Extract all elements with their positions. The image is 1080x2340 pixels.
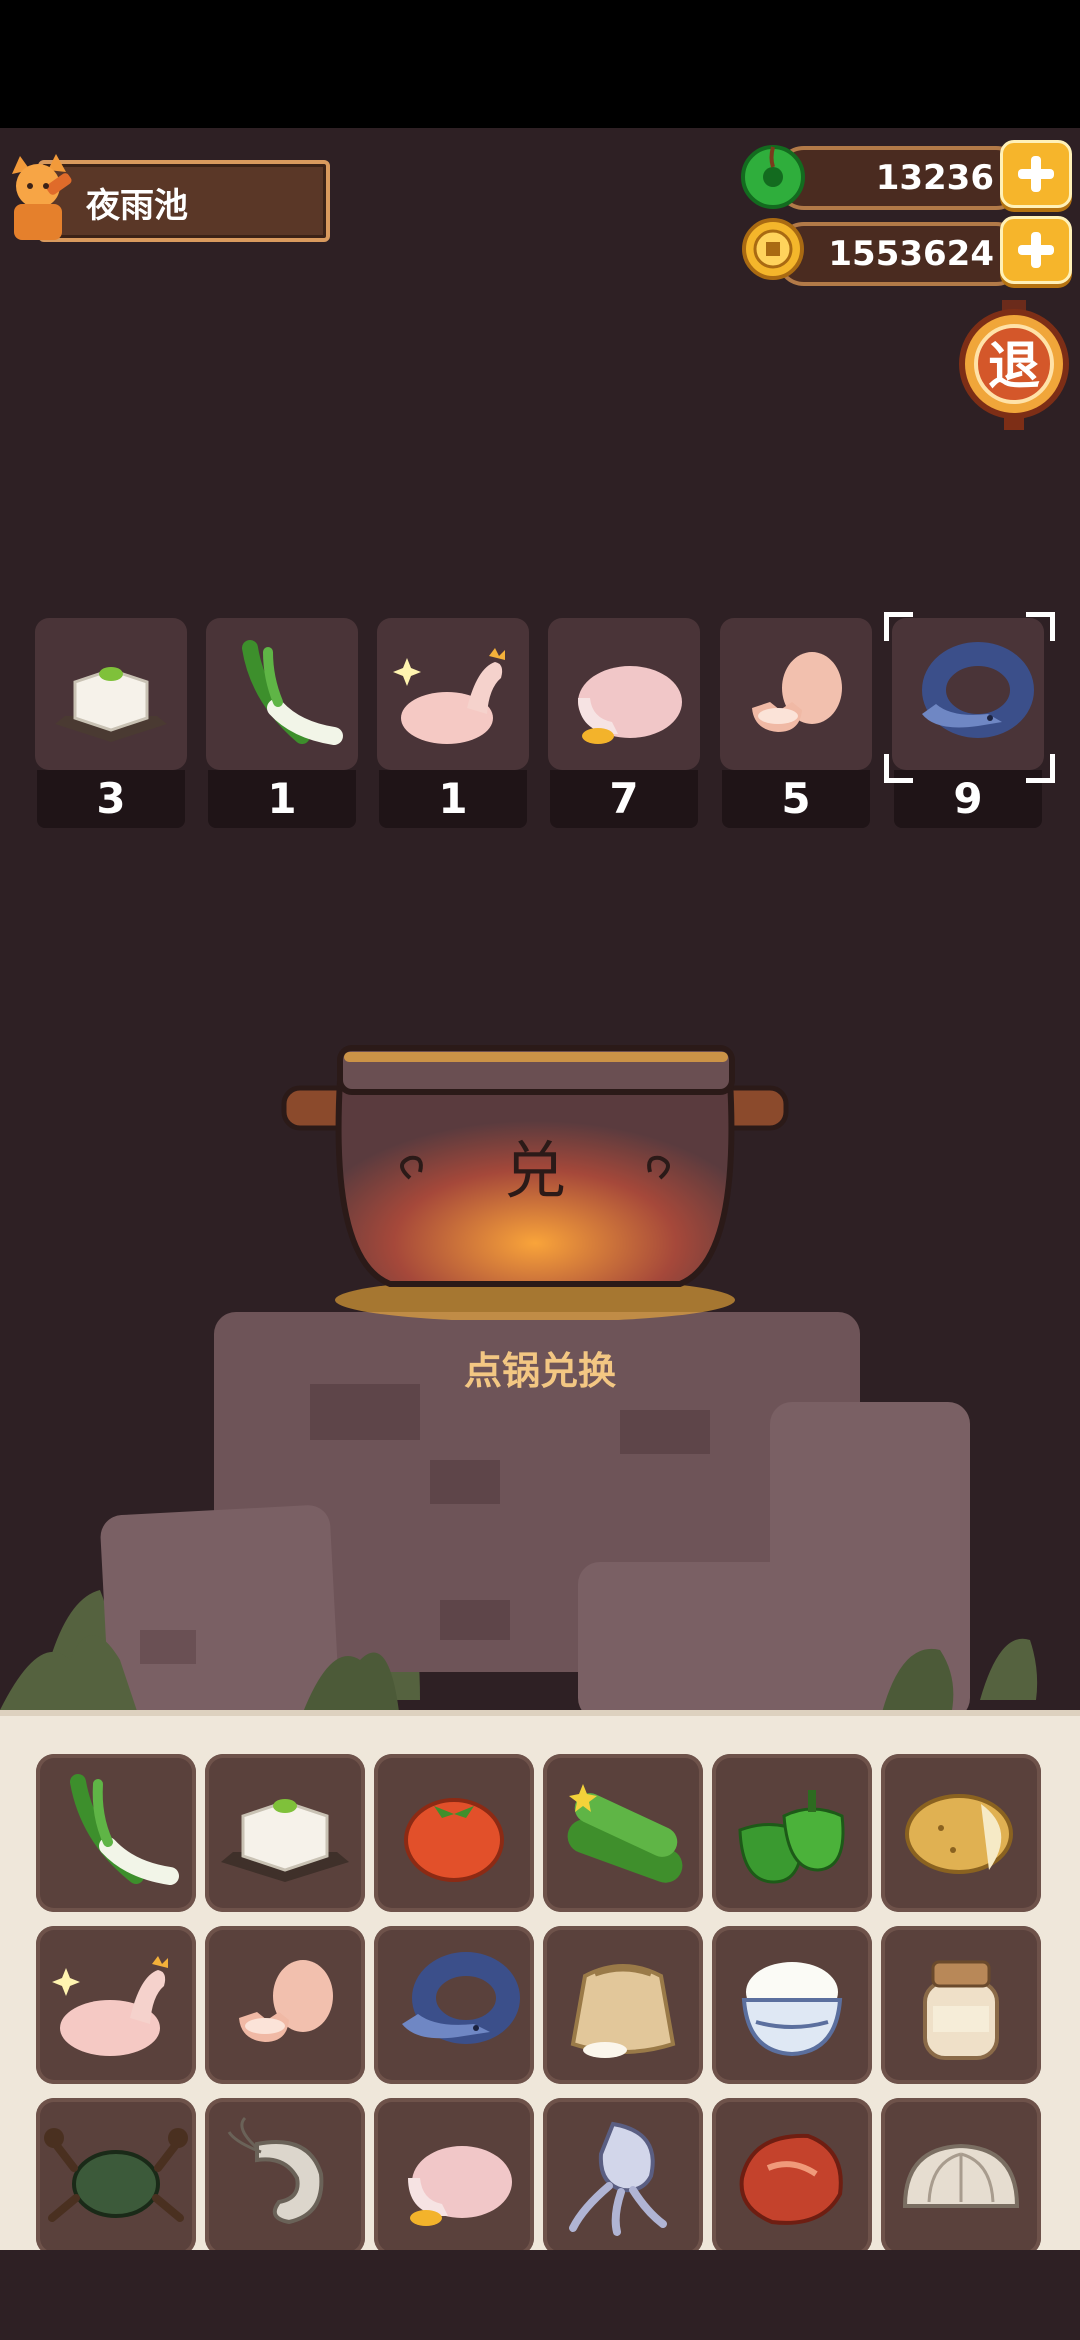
- selected-count: 1: [379, 770, 527, 828]
- selected-slot[interactable]: [720, 618, 872, 770]
- inventory-slot[interactable]: [881, 1754, 1041, 1912]
- shrimp-icon: [227, 2116, 324, 2225]
- selected-slot-active[interactable]: [892, 618, 1044, 770]
- squid-icon: [569, 2121, 667, 2236]
- inventory-slot[interactable]: [543, 1754, 703, 1912]
- egg-icon: [239, 1960, 333, 2042]
- inventory-slot[interactable]: [712, 1926, 872, 2084]
- inventory-slot[interactable]: [374, 2098, 534, 2256]
- fox-avatar-icon[interactable]: [0, 148, 84, 244]
- inventory-slot[interactable]: [881, 2098, 1041, 2256]
- coin-value: 1553624: [828, 234, 994, 274]
- green-pepper-icon: [738, 1790, 845, 1884]
- duck-icon: [408, 2146, 512, 2226]
- pot-glyph: 兑: [504, 1134, 566, 1207]
- selected-slot[interactable]: [548, 618, 700, 770]
- jade-counter: 13236: [776, 146, 1024, 210]
- eel-icon: [402, 1952, 520, 2044]
- tomato-icon: [404, 1798, 504, 1882]
- flour-sack-icon: [570, 1964, 676, 2058]
- selected-count: 1: [208, 770, 356, 828]
- meat-icon: [739, 2133, 843, 2225]
- add-coins-button[interactable]: [1000, 216, 1072, 284]
- selected-slot[interactable]: [377, 618, 529, 770]
- exit-button[interactable]: 退: [952, 300, 1076, 432]
- chicken-icon: [52, 1956, 168, 2056]
- inventory-slot[interactable]: [205, 2098, 365, 2256]
- selected-slot[interactable]: [206, 618, 358, 770]
- inventory-slot[interactable]: [36, 1754, 196, 1912]
- exit-label: 退: [987, 337, 1040, 397]
- status-bar: [0, 0, 1080, 128]
- inventory-slot[interactable]: [712, 1754, 872, 1912]
- pot-icon: 兑: [281, 1045, 789, 1320]
- ingredient-inventory: [0, 1710, 1080, 2256]
- cucumber-icon: [567, 1784, 683, 1883]
- duck-icon: [578, 666, 682, 744]
- selected-count: 9: [894, 770, 1042, 828]
- inventory-slot[interactable]: [374, 1926, 534, 2084]
- inventory-slot[interactable]: [205, 1926, 365, 2084]
- crab-icon: [44, 2128, 188, 2222]
- inventory-slot[interactable]: [881, 1926, 1041, 2084]
- coin-icon: [742, 218, 804, 280]
- leek-icon: [242, 640, 343, 745]
- jar-icon: [923, 1960, 999, 2060]
- chicken-icon: [393, 648, 505, 744]
- inventory-slot[interactable]: [712, 2098, 872, 2256]
- plus-icon: [1018, 156, 1054, 192]
- selected-count: 3: [37, 770, 185, 828]
- inventory-slot[interactable]: [36, 1926, 196, 2084]
- egg-icon: [752, 652, 842, 732]
- potato-icon: [905, 1794, 1013, 1874]
- eel-icon: [922, 642, 1034, 738]
- exchange-label[interactable]: 点锅兑换: [0, 1340, 1080, 1395]
- clam-icon: [902, 2143, 1020, 2208]
- tofu-icon: [221, 1799, 349, 1882]
- jade-value: 13236: [875, 158, 994, 198]
- add-jade-button[interactable]: [1000, 140, 1072, 208]
- leek-icon: [70, 1774, 179, 1885]
- bottom-strip: [0, 2250, 1080, 2340]
- inventory-slot[interactable]: [205, 1754, 365, 1912]
- selected-slot[interactable]: [35, 618, 187, 770]
- jade-icon: [741, 145, 805, 209]
- inventory-slot[interactable]: [543, 1926, 703, 2084]
- rice-bowl-icon: [741, 1962, 843, 2057]
- plus-icon: [1018, 232, 1054, 268]
- inventory-slot[interactable]: [374, 1754, 534, 1912]
- tofu-icon: [55, 667, 167, 742]
- selected-count: 7: [550, 770, 698, 828]
- coin-counter: 1553624: [776, 222, 1024, 286]
- player-name: 夜雨池: [86, 186, 188, 226]
- inventory-slot[interactable]: [36, 2098, 196, 2256]
- inventory-slot[interactable]: [543, 2098, 703, 2256]
- selected-count: 5: [722, 770, 870, 828]
